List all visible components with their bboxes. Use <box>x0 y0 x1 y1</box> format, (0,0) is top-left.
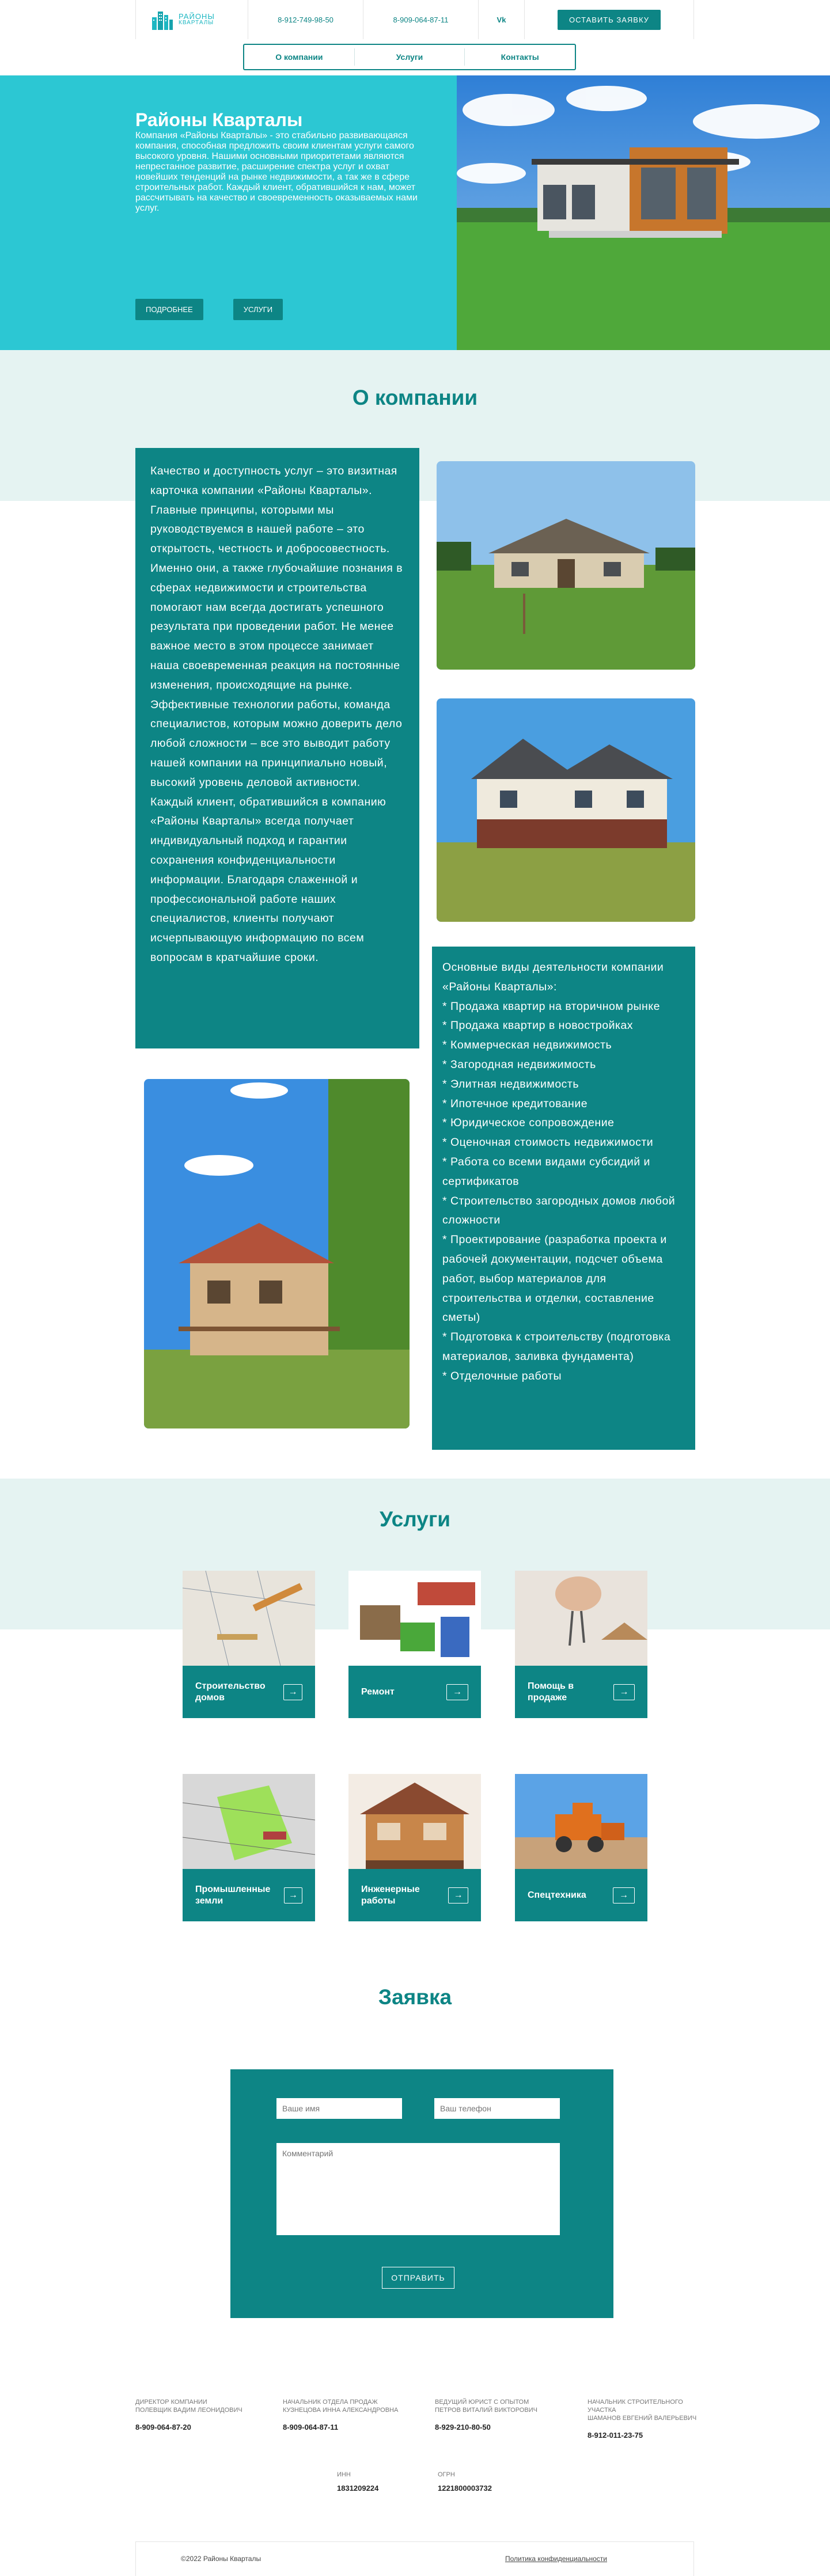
hero-content: Районы Кварталы Компания «Районы Квартал… <box>135 109 423 214</box>
service-label: Промышленные земли <box>195 1884 271 1906</box>
copyright: ©2022 Районы Кварталы <box>181 2555 261 2563</box>
contact-role: НАЧАЛЬНИК СТРОИТЕЛЬНОГО УЧАСТКА <box>588 2399 683 2414</box>
services-button[interactable]: УСЛУГИ <box>233 299 283 320</box>
service-label: Строительство домов <box>195 1681 266 1703</box>
arrow-right-icon[interactable]: → <box>448 1887 468 1903</box>
about-paragraph-2: Каждый клиент, обратившийся в компанию «… <box>150 795 386 964</box>
contact-phone[interactable]: 8-909-064-87-11 <box>283 2423 407 2431</box>
contact-phone[interactable]: 8-912-011-23-75 <box>588 2431 711 2440</box>
list-item: * Строительство загородных домов любой с… <box>442 1194 676 1227</box>
name-input[interactable] <box>276 2098 402 2119</box>
submit-button[interactable]: ОТПРАВИТЬ <box>382 2267 454 2289</box>
about-paragraph-1: Качество и доступность услуг – это визит… <box>150 465 403 789</box>
list-item: * Проектирование (разработка проекта и р… <box>442 1233 667 1324</box>
nav-item-services[interactable]: Услуги <box>355 52 465 62</box>
hero-house-image <box>457 75 830 350</box>
contact-lawyer: ВЕДУЩИЙ ЮРИСТ С ОПЫТОМ ПЕТРОВ ВИТАЛИЙ ВИ… <box>435 2398 559 2431</box>
logo-line1: РАЙОНЫ <box>179 12 215 21</box>
header: РАЙОНЫ КВАРТАЛЫ 8-912-749-98-50 8-909-064… <box>135 0 694 39</box>
ogrn-label: ОГРН <box>438 2471 455 2478</box>
service-card-sale-help[interactable]: Помощь в продаже → <box>515 1571 647 1718</box>
arrow-right-icon[interactable]: → <box>283 1684 302 1700</box>
land-plan-photo-icon <box>183 1774 315 1869</box>
contact-phone[interactable]: 8-929-210-80-50 <box>435 2423 559 2431</box>
phone-link-2[interactable]: 8-909-064-87-11 <box>393 16 449 24</box>
inn-value: 1831209224 <box>337 2484 379 2493</box>
service-card-repair[interactable]: Ремонт → <box>348 1571 481 1718</box>
logo[interactable]: РАЙОНЫ КВАРТАЛЫ <box>136 0 248 39</box>
about-title: О компании <box>352 386 478 409</box>
list-item: * Оценочная стоимость недвижимости <box>442 1136 654 1149</box>
contact-role: ДИРЕКТОР КОМПАНИИ <box>135 2399 207 2406</box>
logo-line2: КВАРТАЛЫ <box>179 20 214 26</box>
service-card-construction[interactable]: Строительство домов → <box>183 1571 315 1718</box>
phone-input[interactable] <box>434 2098 560 2119</box>
list-item: * Продажа квартир на вторичном рынке <box>442 1000 660 1013</box>
ogrn-value: 1221800003732 <box>438 2484 492 2493</box>
nav-item-about[interactable]: О компании <box>244 52 354 62</box>
inn-block: ИНН 1831209224 <box>337 2471 378 2493</box>
contact-site-manager: НАЧАЛЬНИК СТРОИТЕЛЬНОГО УЧАСТКА ШАМАНОВ … <box>588 2398 711 2440</box>
about-text-box: Качество и доступность услуг – это визит… <box>135 448 419 1048</box>
service-card-engineering[interactable]: Инженерные работы → <box>348 1774 481 1921</box>
hero-actions: ПОДРОБНЕЕ УСЛУГИ <box>135 299 283 320</box>
list-item: * Загородная недвижимость <box>442 1058 596 1071</box>
keys-photo-icon <box>515 1571 647 1666</box>
tools-photo-icon <box>348 1571 481 1666</box>
list-item: * Отделочные работы <box>442 1369 562 1382</box>
footer-bottom: ©2022 Районы Кварталы Политика конфиденц… <box>135 2541 694 2576</box>
contact-role: ВЕДУЩИЙ ЮРИСТ С ОПЫТОМ <box>435 2399 529 2406</box>
blueprint-photo-icon <box>183 1571 315 1666</box>
phone-link-1[interactable]: 8-912-749-98-50 <box>278 16 333 24</box>
house-cutaway-photo-icon <box>348 1774 481 1869</box>
arrow-right-icon[interactable]: → <box>613 1684 635 1700</box>
inn-label: ИНН <box>337 2471 351 2478</box>
request-title: Заявка <box>378 1985 452 2009</box>
service-label: Спецтехника <box>528 1890 586 1900</box>
request-form: ОТПРАВИТЬ <box>230 2069 613 2318</box>
list-item: * Ипотечное кредитование <box>442 1097 588 1110</box>
hero-description: Компания «Районы Кварталы» - это стабиль… <box>135 131 418 213</box>
comment-textarea[interactable] <box>276 2143 560 2235</box>
ogrn-block: ОГРН 1221800003732 <box>438 2471 492 2493</box>
activities-list-box: Основные виды деятельности компании «Рай… <box>432 947 695 1450</box>
contact-name: ПЕТРОВ ВИТАЛИЙ ВИКТОРОВИЧ <box>435 2407 537 2414</box>
wooden-house-image <box>144 1079 410 1428</box>
contact-phone[interactable]: 8-909-064-87-20 <box>135 2423 259 2431</box>
contact-director: ДИРЕКТОР КОМПАНИИ ПОЛЕВЩИК ВАДИМ ЛЕОНИДО… <box>135 2398 259 2431</box>
list-item: * Продажа квартир в новостройках <box>442 1019 634 1032</box>
services-title: Услуги <box>379 1507 450 1531</box>
buildings-logo-icon <box>152 12 173 30</box>
hero-title: Районы Кварталы <box>135 109 303 130</box>
bungalow-image <box>437 461 695 670</box>
list-item: * Юридическое сопровождение <box>442 1116 615 1130</box>
contact-name: ПОЛЕВЩИК ВАДИМ ЛЕОНИДОВИЧ <box>135 2407 242 2414</box>
contact-name: КУЗНЕЦОВА ИННА АЛЕКСАНДРОВНА <box>283 2407 399 2414</box>
two-storey-house-image <box>437 698 695 922</box>
vk-icon[interactable]: Vk <box>497 16 506 24</box>
contact-sales-head: НАЧАЛЬНИК ОТДЕЛА ПРОДАЖ КУЗНЕЦОВА ИННА А… <box>283 2398 407 2431</box>
arrow-right-icon[interactable]: → <box>613 1887 635 1903</box>
service-card-industrial-land[interactable]: Промышленные земли → <box>183 1774 315 1921</box>
service-label: Помощь в продаже <box>528 1681 574 1703</box>
contact-name: ШАМАНОВ ЕВГЕНИЙ ВАЛЕРЬЕВИЧ <box>588 2415 697 2422</box>
list-item: * Подготовка к строительству (подготовка… <box>442 1331 671 1363</box>
list-item: * Работа со всеми видами субсидий и серт… <box>442 1155 650 1188</box>
service-label: Инженерные работы <box>361 1884 420 1906</box>
contact-role: НАЧАЛЬНИК ОТДЕЛА ПРОДАЖ <box>283 2399 378 2406</box>
arrow-right-icon[interactable]: → <box>283 1887 302 1903</box>
list-item: * Элитная недвижимость <box>442 1077 579 1091</box>
request-button[interactable]: ОСТАВИТЬ ЗАЯВКУ <box>558 9 661 30</box>
bulldozer-photo-icon <box>515 1774 647 1869</box>
activities-list-title: Основные виды деятельности компании «Рай… <box>442 961 664 993</box>
service-card-machinery[interactable]: Спецтехника → <box>515 1774 647 1921</box>
main-nav: О компании Услуги Контакты <box>243 44 576 70</box>
privacy-policy-link[interactable]: Политика конфиденциальности <box>505 2555 607 2576</box>
list-item: * Коммерческая недвижимость <box>442 1039 612 1052</box>
arrow-right-icon[interactable]: → <box>446 1684 468 1700</box>
more-button[interactable]: ПОДРОБНЕЕ <box>135 299 203 320</box>
service-label: Ремонт <box>361 1686 395 1697</box>
nav-item-contacts[interactable]: Контакты <box>465 52 575 62</box>
